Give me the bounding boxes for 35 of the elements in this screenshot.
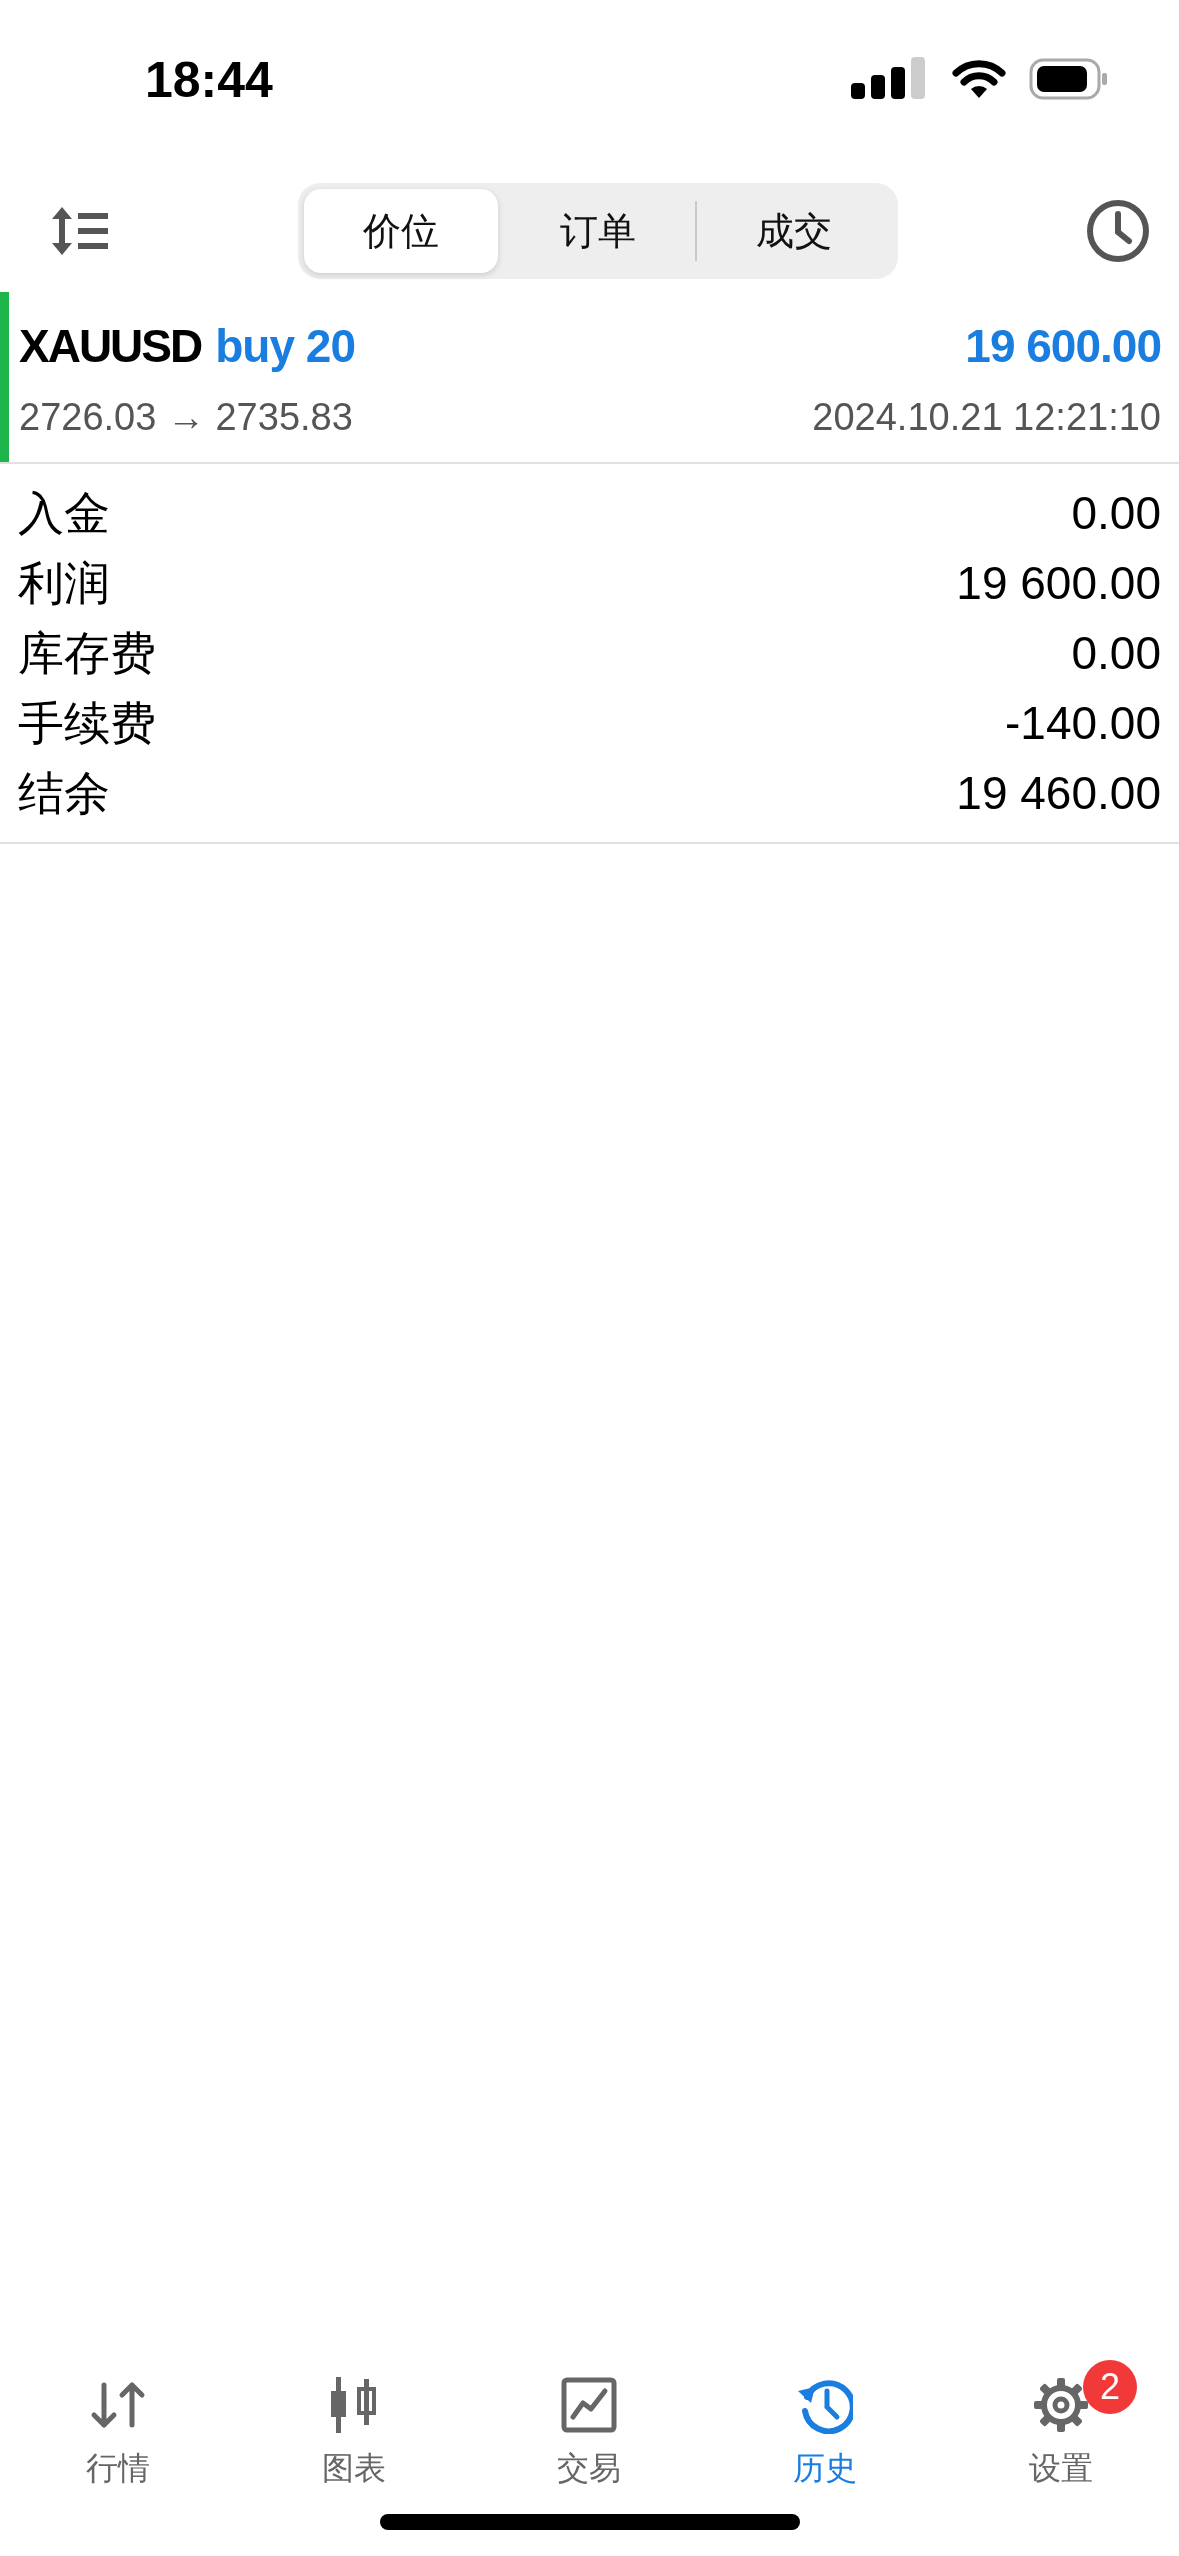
status-time: 18:44 [145, 55, 273, 105]
wifi-icon [951, 58, 1007, 100]
summary-value: 19 600.00 [956, 555, 1161, 611]
battery-icon [1029, 58, 1109, 100]
tab-label: 行情 [85, 2449, 150, 2488]
summary-value: -140.00 [1005, 695, 1161, 751]
tab-bar-item[interactable]: 历史 [707, 2358, 944, 2508]
tab-label: 历史 [793, 2449, 858, 2488]
segment-tab[interactable]: 价位 [303, 189, 499, 273]
tab-label: 交易 [557, 2449, 622, 2488]
summary-label: 入金 [18, 485, 110, 541]
summary-label: 库存费 [18, 625, 156, 681]
summary-label: 结余 [18, 765, 110, 821]
tab-label: 设置 [1029, 2449, 1094, 2488]
trade-time-text: 2024.10.21 12:21:10 [812, 395, 1161, 440]
summary-value: 0.00 [1071, 625, 1161, 681]
settings-icon [1033, 2376, 1090, 2434]
segment-tab[interactable]: 订单 [500, 189, 695, 273]
line-chart-icon [561, 2376, 618, 2434]
notification-badge: 2 [1083, 2360, 1138, 2414]
price-range-text: 2726.03 → 2735.83 [19, 395, 353, 440]
summary-value: 0.00 [1071, 485, 1161, 541]
tab-bar-item[interactable]: 交易 [471, 2358, 708, 2508]
segment-tab[interactable]: 成交 [696, 189, 892, 273]
tab-bar-item[interactable]: 行情 [0, 2358, 236, 2508]
tab-bar-item[interactable]: 设置 2 [943, 2358, 1179, 2508]
order-side-text: buy 20 [215, 320, 355, 372]
symbol-text: XAUUSD [19, 320, 202, 372]
tab-bar-item[interactable]: 图表 [235, 2358, 472, 2508]
summary-label: 利润 [18, 555, 110, 611]
clock-icon[interactable] [1085, 198, 1151, 264]
summary-label: 手续费 [18, 695, 156, 751]
profit-text: 19 600.00 [965, 319, 1161, 374]
tab-label: 图表 [321, 2449, 386, 2488]
summary-value: 19 460.00 [956, 765, 1161, 821]
